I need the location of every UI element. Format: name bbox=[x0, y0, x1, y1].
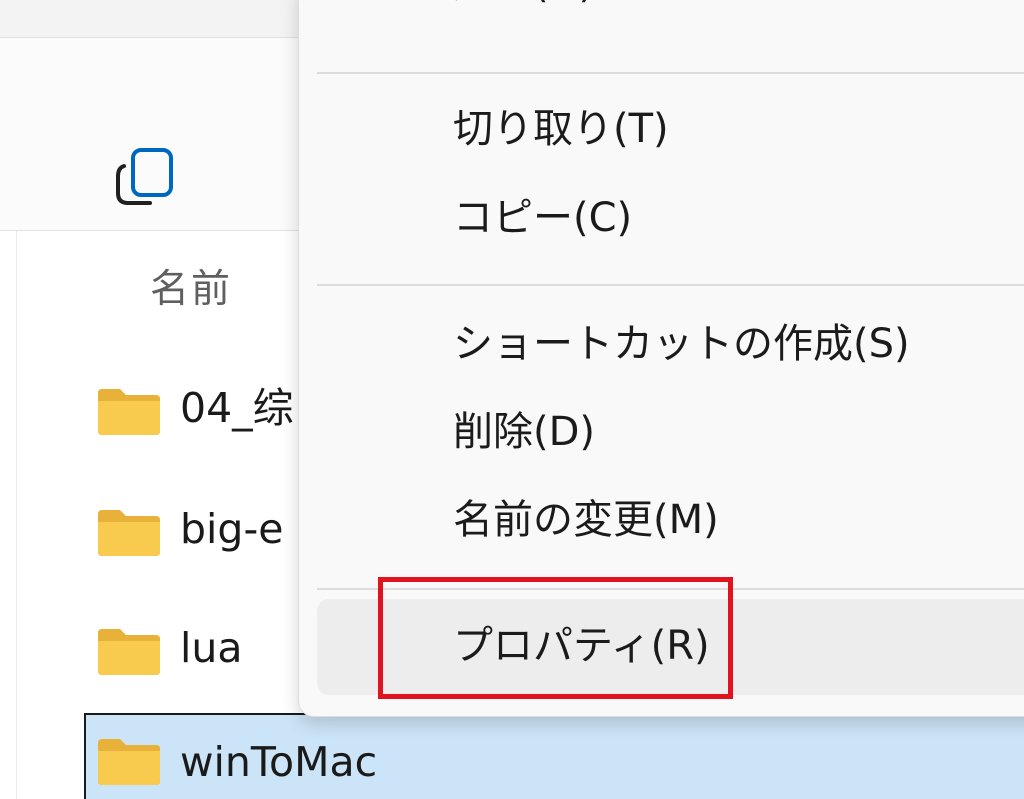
context-menu: 送る(N) 切り取り(T) コピー(C) ショートカットの作成(S) 削除(D)… bbox=[298, 0, 1024, 717]
folder-icon bbox=[98, 629, 160, 675]
file-row-selected[interactable]: winToMac bbox=[84, 713, 1024, 799]
folder-icon bbox=[98, 510, 160, 556]
file-name: big-e bbox=[180, 505, 284, 553]
menu-item-label: 切り取り(T) bbox=[453, 106, 669, 152]
menu-item-copy[interactable]: コピー(C) bbox=[317, 177, 1024, 261]
menu-separator bbox=[317, 588, 1024, 590]
menu-item-label: コピー(C) bbox=[453, 195, 633, 241]
file-name: lua bbox=[180, 624, 243, 672]
menu-item-label: 名前の変更(M) bbox=[453, 497, 719, 543]
menu-item-delete[interactable]: 削除(D) bbox=[317, 391, 1024, 475]
name-column-header[interactable]: 名前 bbox=[150, 258, 232, 314]
menu-separator bbox=[317, 284, 1024, 286]
file-name: 04_综 bbox=[180, 384, 294, 432]
menu-item-properties[interactable]: プロパティ(R) bbox=[317, 599, 1024, 695]
menu-item-send-to[interactable]: 送る(N) bbox=[317, 0, 1024, 27]
menu-item-label: 削除(D) bbox=[453, 409, 596, 455]
folder-icon bbox=[98, 389, 160, 435]
menu-item-create-shortcut[interactable]: ショートカットの作成(S) bbox=[317, 303, 1024, 387]
menu-item-rename[interactable]: 名前の変更(M) bbox=[317, 479, 1024, 563]
file-name: winToMac bbox=[180, 738, 378, 786]
menu-separator bbox=[317, 72, 1024, 74]
screen: 名前 04_综 big-e lua winToMac 送る(N) bbox=[0, 0, 1024, 799]
menu-item-label: 送る(N) bbox=[453, 0, 594, 11]
menu-item-label: ショートカットの作成(S) bbox=[453, 321, 910, 367]
folder-icon bbox=[98, 739, 160, 785]
copy-toolbar-button[interactable] bbox=[104, 138, 184, 218]
menu-item-label: プロパティ(R) bbox=[453, 623, 710, 669]
navigation-pane-edge bbox=[0, 231, 17, 799]
menu-item-cut[interactable]: 切り取り(T) bbox=[317, 88, 1024, 172]
copy-icon bbox=[116, 148, 173, 205]
